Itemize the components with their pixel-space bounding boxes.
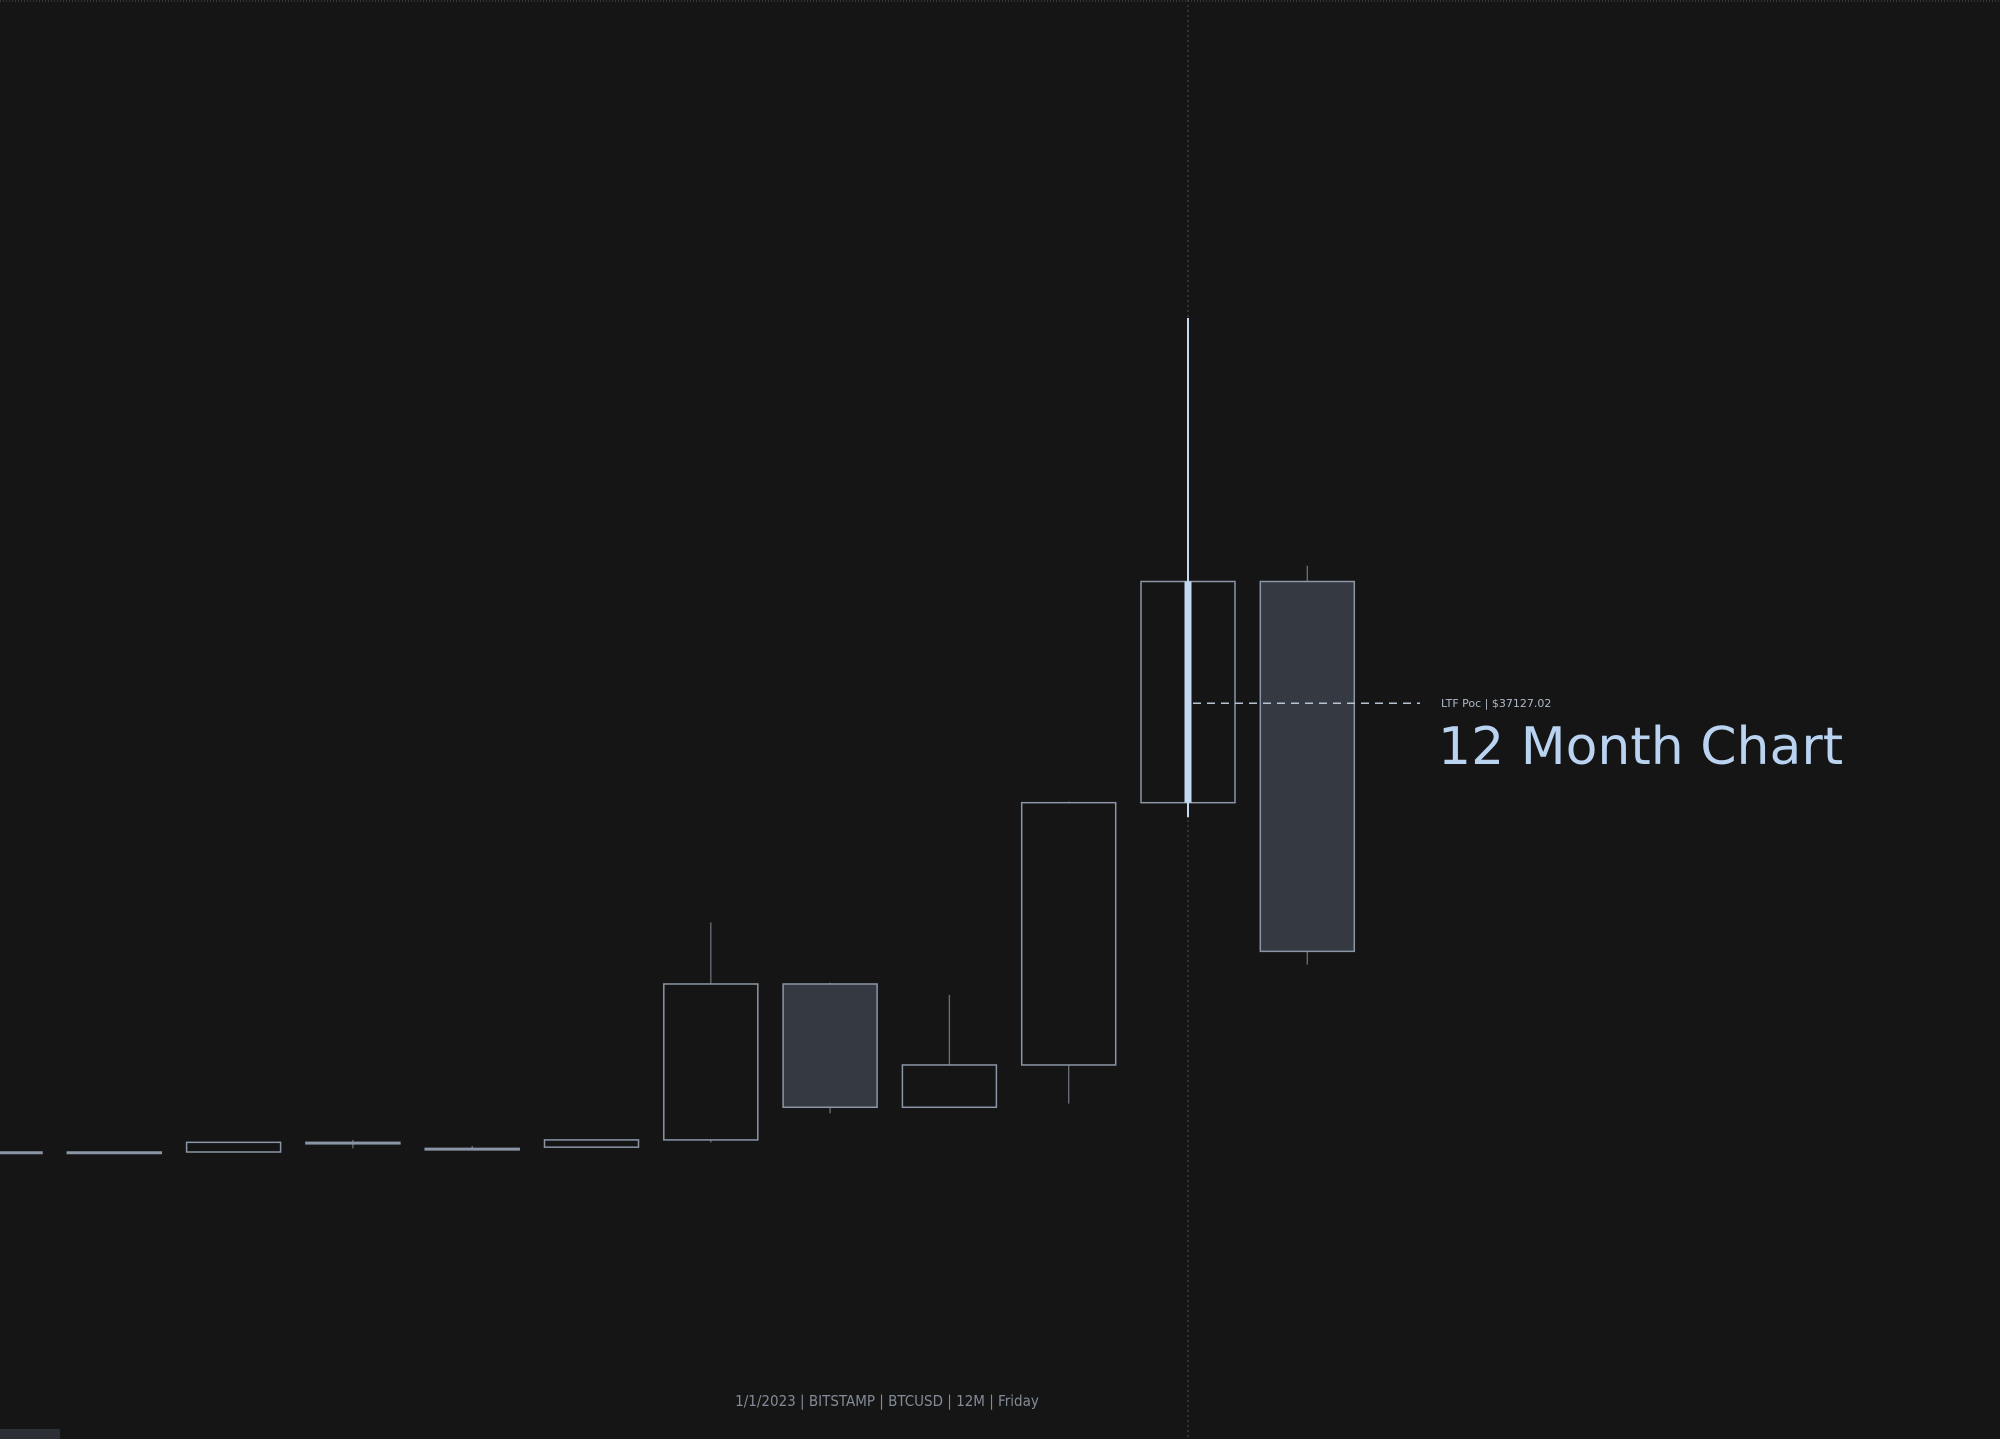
candle-body-5 (543, 1139, 640, 1148)
candle-8 (901, 994, 998, 1109)
candle-11 (1259, 565, 1356, 965)
candle-6 (663, 922, 759, 1143)
candle-3 (305, 1139, 401, 1149)
chart-title: 12 Month Chart (1438, 717, 1843, 777)
poc-label: LTF Poc | $37127.02 (1441, 697, 1551, 710)
candle-5 (543, 1139, 640, 1148)
poc-layer: LTF Poc | $37127.02 (1193, 697, 1551, 710)
candle-body-6 (663, 983, 759, 1141)
highlight-body (1184, 581, 1192, 803)
chart-area[interactable]: LTF Poc | $37127.02 12 Month Chart 1/1/2… (0, 0, 2000, 1439)
highlight-layer (1184, 318, 1192, 818)
candle-7 (782, 982, 878, 1114)
candle-0 (0, 1151, 43, 1155)
corner-tab[interactable] (0, 1429, 60, 1439)
candle-body-8 (901, 1064, 998, 1109)
candle-2 (185, 1141, 282, 1153)
candle-9 (1020, 801, 1117, 1104)
candle-body-4 (424, 1147, 520, 1151)
candles-layer (0, 318, 1356, 1155)
candle-body-9 (1020, 801, 1117, 1066)
candle-body-3 (305, 1141, 401, 1145)
candle-body-7 (782, 983, 878, 1109)
candle-4 (424, 1145, 520, 1151)
candle-1 (66, 1151, 163, 1155)
candlestick-chart[interactable]: LTF Poc | $37127.02 12 Month Chart 1/1/2… (0, 0, 2000, 1439)
candle-body-1 (66, 1151, 163, 1155)
candle-body-2 (185, 1141, 282, 1153)
chart-footer-info: 1/1/2023 | BITSTAMP | BTCUSD | 12M | Fri… (735, 1392, 1039, 1410)
candle-body-0 (0, 1151, 43, 1155)
candle-body-11 (1259, 580, 1356, 953)
